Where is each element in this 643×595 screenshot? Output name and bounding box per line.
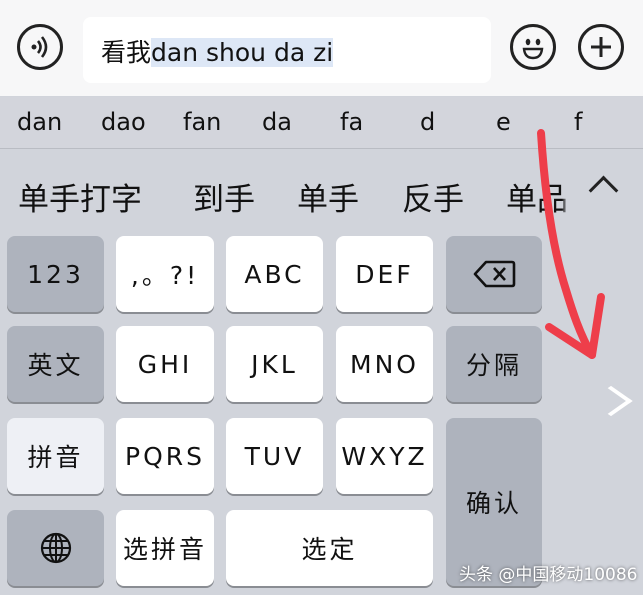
hanzi-candidate[interactable]: 单手打字 [18, 174, 142, 219]
wxyz-key-label: WXYZ [341, 441, 428, 471]
pinyin-candidate[interactable]: fa [340, 108, 363, 136]
pinyin-candidate[interactable]: dan [17, 108, 62, 136]
punctuation-key-label: ,。?! [130, 261, 200, 290]
pinyin-candidate[interactable]: f [574, 108, 582, 136]
hanzi-candidate-bar: 单手打字 到手 单手 反手 单品 [0, 150, 643, 230]
ghi-key-label: GHI [137, 349, 193, 379]
input-composing-text: dan shou da zi [151, 38, 334, 67]
abc-key-label: ABC [244, 259, 305, 289]
watermark: 头条 @中国移动10086 [459, 565, 638, 585]
abc-key[interactable]: ABC [226, 236, 323, 312]
mno-key[interactable]: MNO [336, 326, 433, 402]
tuv-key[interactable]: TUV [226, 418, 323, 494]
pqrs-key-label: PQRS [125, 441, 205, 471]
emoji-button[interactable] [510, 24, 556, 70]
globe-key[interactable] [7, 510, 104, 586]
candidate-fade [562, 164, 568, 216]
pqrs-key[interactable]: PQRS [116, 418, 214, 494]
voice-wave-icon [31, 36, 48, 58]
pinyin-candidate[interactable]: e [496, 108, 511, 136]
input-committed-text: 看我 [101, 38, 152, 67]
hanzi-candidate[interactable]: 单品 [506, 174, 568, 219]
numbers-key[interactable]: 123 [7, 236, 104, 312]
jkl-key-label: JKL [251, 349, 298, 379]
english-mode-key-label: 英文 [27, 351, 84, 380]
hanzi-candidate[interactable]: 单手 [297, 174, 359, 219]
globe-icon [40, 532, 71, 564]
confirm-key-label: 确认 [465, 489, 522, 518]
def-key[interactable]: DEF [336, 236, 433, 312]
chevron-right-icon[interactable] [589, 385, 633, 417]
ghi-key[interactable]: GHI [116, 326, 214, 402]
numbers-key-label: 123 [27, 259, 84, 289]
wxyz-key[interactable]: WXYZ [336, 418, 433, 494]
select-key-label: 选定 [301, 535, 358, 564]
pinyin-candidate[interactable]: da [262, 108, 292, 136]
backspace-key[interactable] [446, 236, 542, 312]
backspace-icon [473, 260, 516, 288]
voice-input-button[interactable] [17, 24, 63, 70]
separator-key[interactable]: 分隔 [446, 326, 542, 402]
pinyin-candidate[interactable]: d [420, 108, 435, 136]
english-mode-key[interactable]: 英文 [7, 326, 104, 402]
pinyin-candidate-bar: dan dao fan da fa d e f [0, 97, 643, 149]
plus-icon [591, 37, 611, 57]
pinyin-candidate[interactable]: fan [183, 108, 221, 136]
hanzi-candidate[interactable]: 反手 [402, 174, 464, 219]
add-button[interactable] [578, 24, 624, 70]
search-input[interactable]: 看我dan shou da zi [83, 17, 491, 83]
select-pinyin-key[interactable]: 选拼音 [116, 510, 214, 586]
mno-key-label: MNO [350, 349, 419, 379]
select-key[interactable]: 选定 [226, 510, 433, 586]
hanzi-candidate[interactable]: 到手 [193, 174, 255, 219]
hanzi-candidate-list: 单手打字 到手 单手 反手 单品 [0, 150, 568, 230]
smile-emoji-icon [522, 38, 544, 60]
pinyin-candidate[interactable]: dao [101, 108, 146, 136]
pinyin-mode-key[interactable]: 拼音 [7, 418, 104, 494]
separator-key-label: 分隔 [465, 351, 522, 380]
punctuation-key[interactable]: ,。?! [116, 236, 214, 312]
select-pinyin-key-label: 选拼音 [122, 535, 207, 564]
jkl-key[interactable]: JKL [226, 326, 323, 402]
input-bar: 看我dan shou da zi [0, 0, 643, 96]
pinyin-mode-key-label: 拼音 [27, 443, 84, 472]
tuv-key-label: TUV [244, 441, 305, 471]
def-key-label: DEF [355, 259, 414, 289]
